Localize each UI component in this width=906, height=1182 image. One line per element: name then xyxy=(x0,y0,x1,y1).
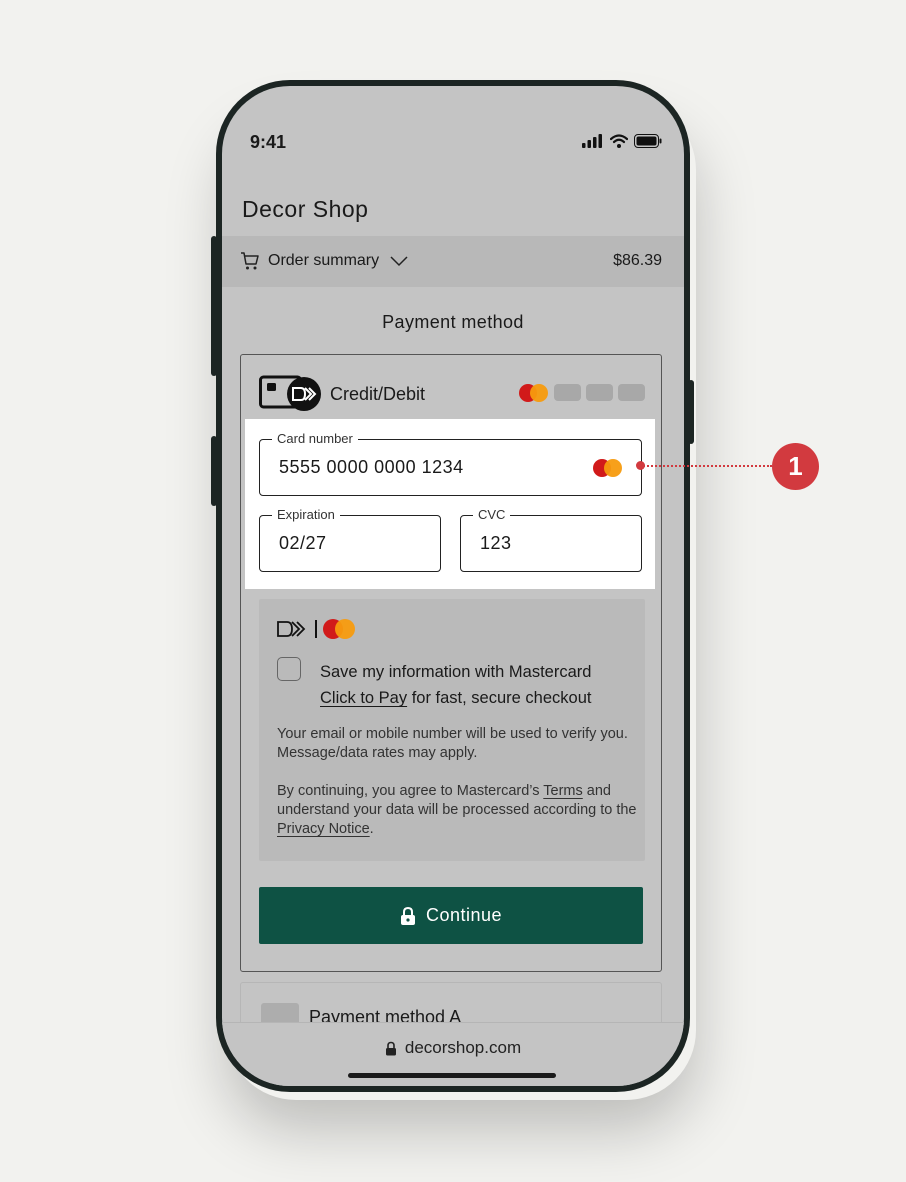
cvc-field[interactable]: CVC 123 xyxy=(460,507,642,572)
consent-prefix: By continuing, you agree to Mastercard’s xyxy=(277,783,540,799)
card-brands xyxy=(519,384,645,402)
continue-button[interactable]: Continue xyxy=(259,887,643,944)
payment-method-heading: Payment method xyxy=(382,312,524,332)
cvc-value: 123 xyxy=(480,533,512,553)
save-info-line2: for fast, secure checkout xyxy=(411,689,592,707)
phone-screen: 9:41 Decor Shop Order summary $86.39 Pay… xyxy=(222,86,684,1086)
credit-debit-label: Credit/Debit xyxy=(330,384,426,404)
logo-divider xyxy=(315,620,317,638)
volume-up-button xyxy=(211,236,217,376)
card-brand-placeholder-icon xyxy=(554,384,581,401)
click-to-pay-card-icon xyxy=(259,375,321,411)
consent-suffix: . xyxy=(369,821,374,837)
card-number-value: 5555 0000 0000 1234 xyxy=(279,457,464,477)
status-bar: 9:41 xyxy=(250,132,662,156)
verify-notice: Your email or mobile number will be used… xyxy=(277,726,628,761)
click-to-pay-icon xyxy=(277,621,306,637)
expiration-value: 02/27 xyxy=(279,533,327,553)
mastercard-logo-icon xyxy=(519,384,549,402)
callout-connector xyxy=(640,465,772,467)
order-summary-bar[interactable]: Order summary $86.39 xyxy=(222,236,684,287)
chevron-down-icon xyxy=(390,256,408,267)
signal-icon xyxy=(582,134,602,148)
status-icons xyxy=(582,134,662,148)
volume-down-button xyxy=(211,436,217,506)
privacy-notice-link[interactable]: Privacy Notice xyxy=(277,821,370,837)
expiration-legend: Expiration xyxy=(272,507,340,522)
continue-label: Continue xyxy=(425,905,503,925)
expiration-field[interactable]: Expiration 02/27 xyxy=(259,507,441,572)
click-to-pay-logo xyxy=(277,619,355,639)
credit-debit-header[interactable]: Credit/Debit xyxy=(259,375,645,411)
cart-icon xyxy=(241,252,259,270)
browser-url-bar[interactable]: decorshop.com xyxy=(222,1022,684,1086)
card-number-field[interactable]: Card number 5555 0000 0000 1234 xyxy=(259,431,642,496)
mastercard-logo-icon xyxy=(593,459,623,477)
order-summary-label: Order summary xyxy=(268,252,380,269)
callout-badge: 1 xyxy=(772,443,819,490)
url-text: decorshop.com xyxy=(404,1038,522,1057)
card-entry-panel: Card number 5555 0000 0000 1234 Expirati… xyxy=(245,419,655,589)
save-info-line1: Save my information with Mastercard xyxy=(320,663,592,681)
click-to-pay-link[interactable]: Click to Pay xyxy=(320,689,407,707)
home-indicator[interactable] xyxy=(348,1073,556,1078)
order-total: $86.39 xyxy=(613,252,662,269)
credit-debit-card-panel: Credit/Debit Card number 5555 0000 0000 … xyxy=(240,354,662,972)
shop-title: Decor Shop xyxy=(242,196,369,222)
terms-link[interactable]: Terms xyxy=(543,783,582,799)
consent-notice: By continuing, you agree to Mastercard’s… xyxy=(277,782,637,839)
card-brand-placeholder-icon xyxy=(618,384,645,401)
power-button xyxy=(688,380,694,444)
lock-icon xyxy=(400,906,415,925)
mastercard-logo-icon xyxy=(322,619,355,639)
wifi-icon xyxy=(610,134,628,148)
save-info-text: Save my information with Mastercard Clic… xyxy=(320,659,630,711)
lock-icon xyxy=(385,1041,396,1055)
battery-icon xyxy=(634,134,662,148)
click-to-pay-box: Save my information with Mastercard Clic… xyxy=(259,599,645,861)
card-brand-placeholder-icon xyxy=(586,384,613,401)
callout-anchor-dot xyxy=(636,461,645,470)
status-time: 9:41 xyxy=(250,132,287,152)
cvc-legend: CVC xyxy=(473,507,511,522)
card-number-legend: Card number xyxy=(272,431,358,446)
url-display: decorshop.com xyxy=(222,1038,684,1058)
save-info-checkbox[interactable] xyxy=(277,657,301,681)
